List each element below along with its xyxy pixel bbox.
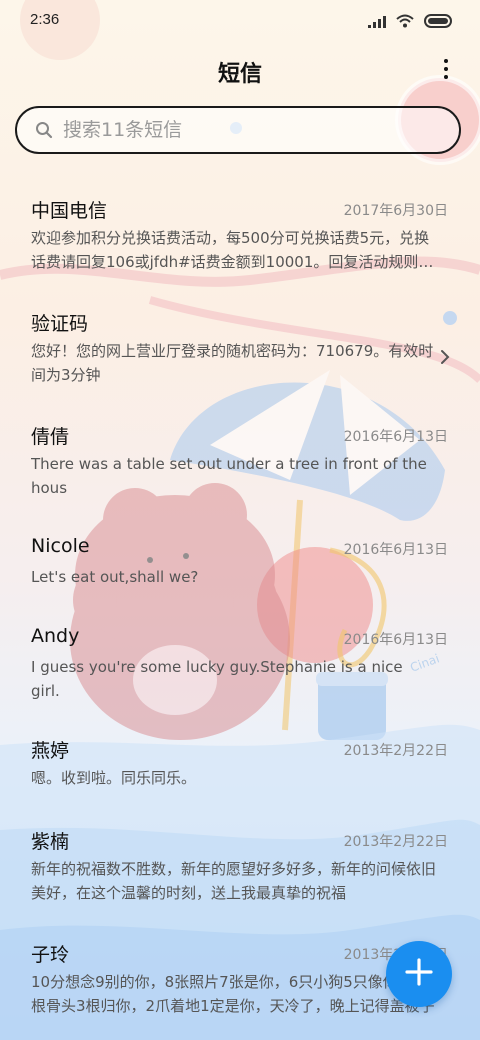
message-preview: 10分想念9别的你，8张照片7张是你，6只小狗5只像你，4根骨头3根归你，2爪着… [31, 973, 435, 1015]
search-input[interactable] [63, 108, 443, 152]
sender-name: 中国电信 [31, 200, 108, 222]
sender-name: Andy [31, 625, 80, 647]
plus-icon [404, 957, 434, 991]
message-preview: There was a table set out under a tree i… [31, 455, 427, 497]
wifi-icon [396, 13, 414, 32]
message-preview: 嗯。收到啦。同乐同乐。 [31, 769, 197, 787]
status-bar: 2:36 [0, 0, 480, 40]
message-date: 2017年6月30日 [343, 203, 448, 219]
message-preview: 新年的祝福数不胜数，新年的愿望好多好多，新年的问候依旧美好，在这个温馨的时刻，送… [31, 860, 436, 902]
page-title: 短信 [217, 62, 262, 87]
conversation-item[interactable]: 紫楠 2013年2月22日 新年的祝福数不胜数，新年的愿望好多好多，新年的问候依… [0, 811, 480, 921]
message-date: 2016年6月13日 [343, 632, 448, 648]
chevron-right-icon[interactable] [440, 349, 450, 369]
sender-name: 验证码 [31, 313, 89, 335]
sender-name: 倩倩 [31, 426, 70, 448]
message-preview: I guess you're some lucky guy.Stephanie … [31, 658, 403, 700]
conversation-item[interactable]: 燕婷 2013年2月22日 嗯。收到啦。同乐同乐。 [0, 720, 480, 810]
more-vertical-icon[interactable] [434, 54, 458, 84]
message-preview: Let's eat out,shall we? [31, 568, 199, 586]
signal-icon [368, 13, 386, 32]
status-time: 2:36 [30, 11, 60, 28]
message-preview: 欢迎参加积分兑换话费活动，每500分可兑换话费5元，兑换话费请回复106或jfd… [31, 229, 434, 271]
message-date: 2013年2月22日 [343, 834, 448, 850]
search-bar[interactable] [15, 106, 461, 154]
battery-icon [424, 13, 454, 32]
sender-name: 紫楠 [31, 831, 70, 853]
conversation-item[interactable]: 中国电信 2017年6月30日 欢迎参加积分兑换话费活动，每500分可兑换话费5… [0, 180, 480, 290]
conversation-item[interactable]: 倩倩 2016年6月13日 There was a table set out … [0, 406, 480, 516]
conversation-item[interactable]: Andy 2016年6月13日 I guess you're some luck… [0, 609, 480, 719]
conversation-item[interactable]: Nicole 2016年6月13日 Let's eat out,shall we… [0, 519, 480, 609]
message-preview: 您好！您的网上营业厅登录的随机密码为：710679。有效时间为3分钟 [31, 342, 434, 384]
message-date: 2016年6月13日 [343, 429, 448, 445]
message-date: 2013年2月22日 [343, 743, 448, 759]
sender-name: 燕婷 [31, 740, 70, 762]
sender-name: Nicole [31, 535, 90, 557]
message-date: 2016年6月13日 [343, 542, 448, 558]
compose-button[interactable] [386, 941, 452, 1007]
conversation-item[interactable]: 验证码 您好！您的网上营业厅登录的随机密码为：710679。有效时间为3分钟 [0, 293, 480, 403]
search-icon [35, 121, 53, 143]
sender-name: 子玲 [31, 944, 70, 966]
app-header: 短信 [0, 48, 480, 92]
